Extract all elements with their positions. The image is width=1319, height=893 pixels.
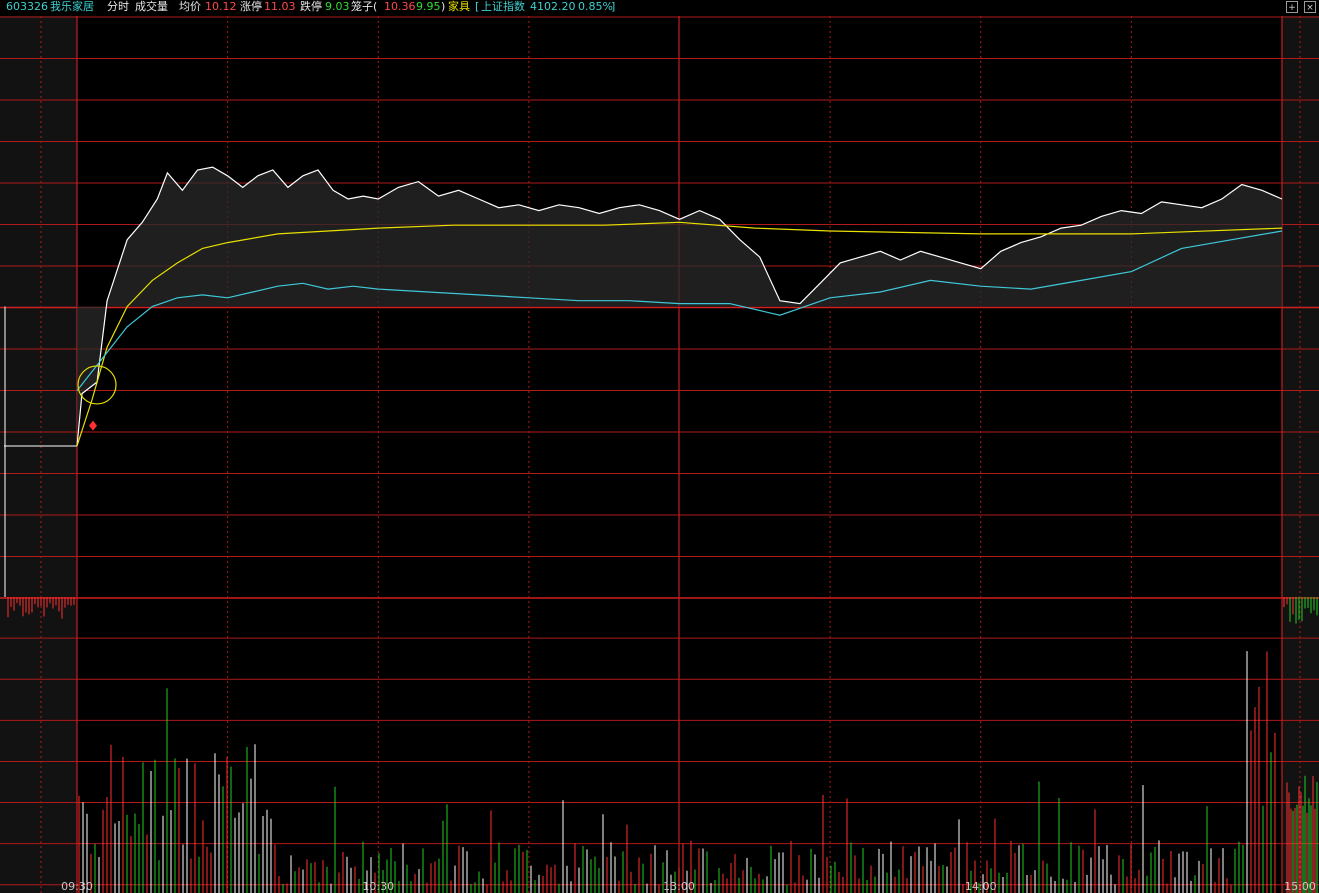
time-tick-label: 09:30 (61, 880, 93, 893)
avg-price-label: 均价 (179, 0, 201, 13)
index-bracket-open: [ (475, 0, 480, 13)
index-change: 0.85% (578, 0, 613, 13)
index-name: 上证指数 (481, 0, 525, 13)
intraday-chart: 09:30 10:30 13:00 14:00 15:00 (0, 16, 1319, 893)
index-value: 4102.20 (530, 0, 576, 13)
stock-code: 603326 (6, 0, 48, 13)
avg-price-value: 10.12 (205, 0, 237, 13)
industry-label[interactable]: 家具 (448, 0, 470, 14)
tab-time-share[interactable]: 分时 (107, 0, 129, 14)
price-band-label: 笼子( (351, 0, 378, 13)
limit-up-label: 涨停 (240, 0, 262, 13)
close-icon[interactable]: × (1304, 1, 1316, 13)
tab-volume[interactable]: 成交量 (135, 0, 168, 14)
price-band-high: 10.36 (384, 0, 416, 13)
time-tick-label: 15:00 (1284, 880, 1316, 893)
time-tick-label: 13:00 (663, 880, 695, 893)
price-band-close: ) (441, 0, 446, 13)
limit-down-label: 跌停 (300, 0, 322, 13)
limit-up-value: 11.03 (264, 0, 296, 13)
index-bracket-close: ] (611, 0, 616, 13)
time-tick-label: 14:00 (965, 880, 997, 893)
expand-icon[interactable]: + (1286, 1, 1298, 13)
price-band-low: 9.95 (416, 0, 441, 13)
stock-header: 603326 我乐家居 分时 成交量 均价 10.12 涨停 11.03 跌停 … (0, 0, 1319, 16)
time-tick-label: 10:30 (362, 880, 394, 893)
stock-name: 我乐家居 (50, 0, 94, 13)
limit-down-value: 9.03 (325, 0, 350, 13)
